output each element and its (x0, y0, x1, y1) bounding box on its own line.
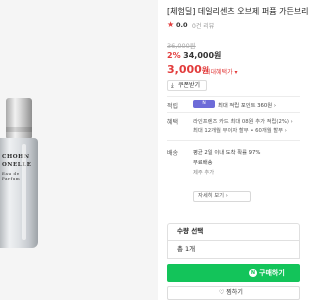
installment-link[interactable]: 최대 12개월 무이자 할부 • 60개월 할부 › (193, 126, 287, 134)
max-points-link[interactable]: 최대 적립 포인트 360원 › (218, 101, 276, 109)
wishlist-button[interactable]: ♡ 찜하기 (167, 286, 300, 300)
rating-score: 0.0 (176, 21, 188, 29)
final-price-value: 3,000 (167, 63, 202, 76)
discount-price: 34,000원 (183, 51, 222, 60)
product-title: [체험딜] 데일리센츠 오브제 퍼퓸 가든브리 (167, 7, 309, 16)
discount-rate: 2% (167, 51, 181, 60)
delivery-label: 배송 (167, 150, 179, 157)
delivery-extra: 제주 추가 (193, 170, 215, 176)
total-quantity: 총 1개 (167, 240, 300, 259)
buy-button[interactable]: N 구매하기 (167, 264, 300, 282)
delivery-fee: 무료배송 (193, 160, 213, 166)
review-count-link[interactable]: 0건 리뷰 (192, 21, 214, 30)
npay-badge: N (193, 100, 215, 108)
coupon-download-button[interactable]: ⤓ 쿠폰받기 (167, 80, 207, 91)
max-benefit-dropdown[interactable]: 최대혜택가 ▾ (205, 67, 238, 76)
delivery-arrival-rate: 평균 2일 이내 도착 확률 97% (193, 150, 261, 156)
divider (167, 96, 300, 97)
delivery-detail-button[interactable]: 자세히 보기 › (193, 191, 251, 202)
product-image[interactable]: CHOHN ONELLE Eau de Parfum (0, 0, 158, 300)
original-price: 36,000원 (167, 42, 196, 50)
star-icon: ★ (167, 20, 175, 29)
points-label: 적립 (167, 103, 179, 110)
brand-text-2: ONELLE (2, 162, 32, 168)
discount-line: 2% 34,000원 (167, 50, 221, 61)
coupon-button-label: 쿠폰받기 (178, 82, 201, 89)
card-benefit-link[interactable]: 라인프렌즈 카드 최대 08원 추가 적립(2%) › (193, 117, 293, 125)
bottle-body: CHOHN ONELLE Eau de Parfum (0, 138, 38, 248)
divider (167, 112, 300, 113)
brand-text-3: Eau de Parfum (2, 171, 21, 181)
final-price: 3,000원 (167, 63, 209, 76)
brand-text-1: CHOHN (2, 154, 30, 160)
naver-pay-icon: N (249, 269, 257, 277)
buy-button-label: 구매하기 (259, 269, 285, 277)
download-icon: ⤓ (171, 82, 174, 89)
benefits-label: 혜택 (167, 119, 179, 126)
quantity-select-header[interactable]: 수량 선택 (167, 223, 300, 240)
divider (167, 140, 300, 141)
bottle-cap (6, 98, 32, 138)
